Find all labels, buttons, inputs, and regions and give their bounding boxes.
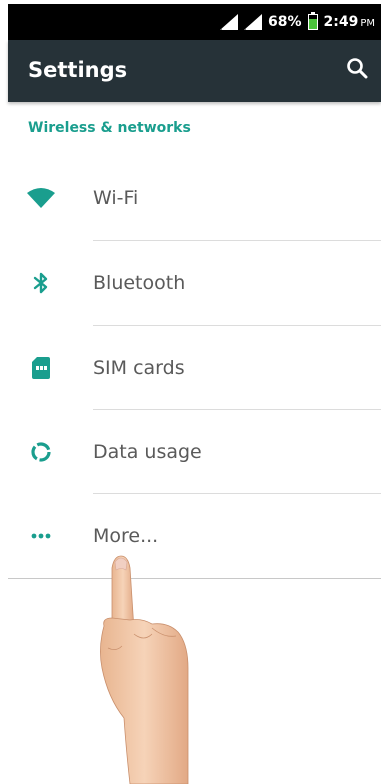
settings-item-label: Bluetooth (93, 272, 186, 294)
search-icon (346, 57, 368, 83)
status-icons: 68% 2:49 PM (219, 4, 376, 40)
sim-card-icon (26, 326, 56, 410)
search-button[interactable] (341, 54, 373, 86)
battery-percent: 68% (267, 14, 302, 30)
battery-icon (307, 12, 318, 30)
bluetooth-icon (26, 241, 56, 325)
section-header-wireless: Wireless & networks (28, 120, 191, 136)
page-title: Settings (28, 58, 128, 82)
settings-item-sim-cards[interactable]: SIM cards (8, 326, 381, 410)
data-usage-icon (26, 410, 56, 494)
clock-time: 2:49 (323, 14, 359, 30)
signal-1-icon (219, 14, 238, 30)
settings-screen: 68% 2:49PM Settings Wireless & networks (0, 0, 381, 784)
hand-pointer-overlay (90, 548, 210, 784)
settings-item-wifi[interactable]: Wi-Fi (8, 156, 381, 240)
more-dots-icon (26, 494, 56, 578)
signal-2-icon (243, 14, 262, 30)
status-bar: 68% 2:49 PM (8, 4, 381, 40)
settings-item-label: Wi-Fi (93, 187, 139, 209)
settings-item-bluetooth[interactable]: Bluetooth (8, 241, 381, 325)
app-bar: Settings (8, 40, 381, 102)
clock-ampm: PM (360, 18, 375, 29)
settings-item-label: SIM cards (93, 357, 185, 379)
settings-item-label: Data usage (93, 441, 202, 463)
wifi-icon (26, 156, 56, 240)
clock: 2:49 PM (324, 14, 376, 30)
settings-item-data-usage[interactable]: Data usage (8, 410, 381, 494)
